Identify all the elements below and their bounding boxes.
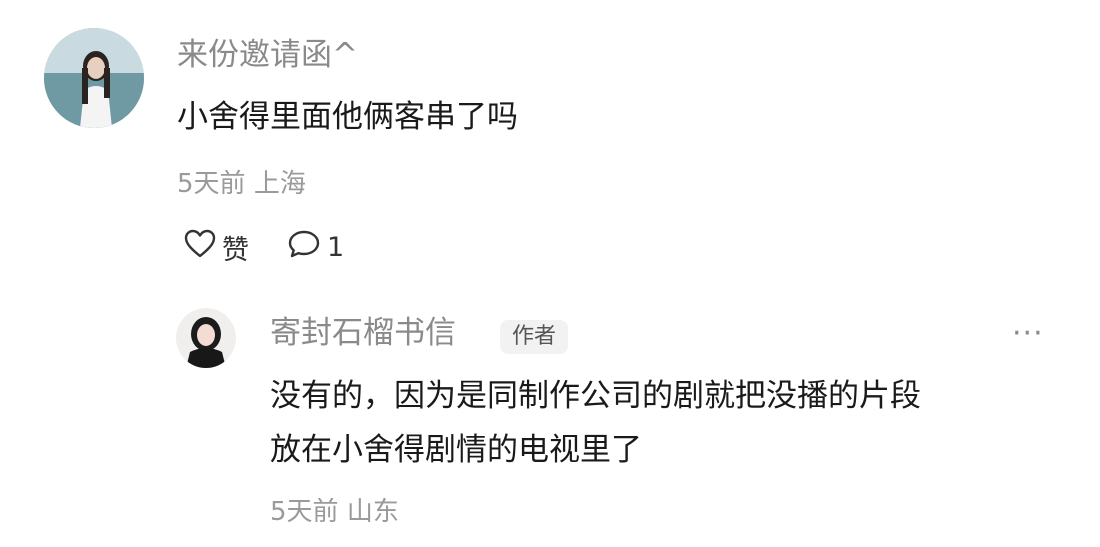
- comment-location: 上海: [253, 169, 306, 199]
- reply-text: 没有的，因为是同制作公司的剧就把没播的片段 放在小舍得剧情的电视里了: [270, 369, 921, 477]
- comment-meta: 5天前 上海: [177, 171, 306, 197]
- reply-button[interactable]: 1: [287, 229, 344, 266]
- commenter-avatar[interactable]: [44, 28, 144, 128]
- reply-time: 5天前: [270, 497, 339, 527]
- reply-text-line-2: 放在小舍得剧情的电视里了: [270, 432, 642, 468]
- reply-meta: 5天前 山东: [270, 499, 399, 525]
- replier-username[interactable]: 寄封石榴书信: [270, 318, 456, 349]
- reply-location: 山东: [346, 497, 399, 527]
- comment-time: 5天前: [177, 169, 246, 199]
- like-button[interactable]: 赞: [184, 228, 249, 267]
- like-label: 赞: [222, 235, 249, 266]
- author-badge: 作者: [500, 320, 569, 354]
- commenter-username[interactable]: 来份邀请函^: [177, 40, 358, 71]
- comment-text: 小舍得里面他俩客串了吗: [177, 99, 518, 135]
- comment-thread: 来份邀请函^ 小舍得里面他俩客串了吗 5天前 上海 赞 1 寄封石榴书信 作者 …: [0, 0, 1100, 547]
- reply-count: 1: [327, 232, 345, 263]
- replier-avatar[interactable]: [176, 308, 236, 368]
- reply-text-line-1: 没有的，因为是同制作公司的剧就把没播的片段: [270, 378, 921, 414]
- more-dots-icon[interactable]: ···: [1012, 316, 1044, 351]
- comment-actions: 赞 1: [184, 228, 382, 267]
- heart-outline-icon: [184, 229, 216, 266]
- speech-bubble-icon: [287, 229, 321, 266]
